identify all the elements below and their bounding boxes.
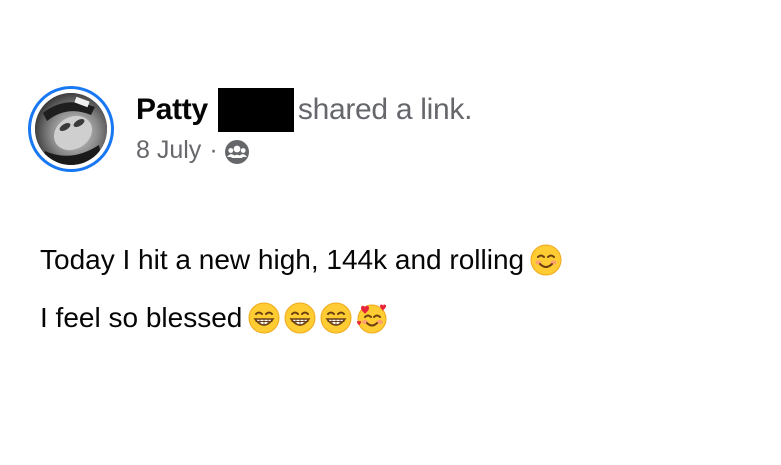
avatar-photo: [35, 93, 107, 165]
post-text: I feel so blessed: [40, 302, 243, 333]
author-name-link[interactable]: Patty: [136, 93, 208, 127]
meta-separator: ·: [209, 135, 218, 164]
post-meta: 8 July ·: [136, 134, 250, 166]
smiling-face-emoji-icon: [530, 244, 562, 276]
beaming-face-emoji-icon: [320, 302, 352, 334]
author-avatar[interactable]: [28, 86, 114, 172]
beaming-face-emoji-icon: [248, 302, 280, 334]
post-text-line-1: Today I hit a new high, 144k and rolling: [40, 240, 562, 280]
friends-icon[interactable]: [224, 139, 250, 165]
avatar-image: [35, 93, 107, 165]
post-date-link[interactable]: 8 July: [136, 136, 201, 165]
smiling-face-with-hearts-emoji-icon: [356, 302, 388, 334]
post-header: Patty shared a link.: [136, 88, 472, 132]
post-text-line-2: I feel so blessed: [40, 298, 388, 338]
post-text: Today I hit a new high, 144k and rolling: [40, 244, 525, 275]
beaming-face-emoji-icon: [284, 302, 316, 334]
shared-link-label: shared a link.: [297, 93, 473, 126]
redaction-box: [217, 88, 294, 132]
